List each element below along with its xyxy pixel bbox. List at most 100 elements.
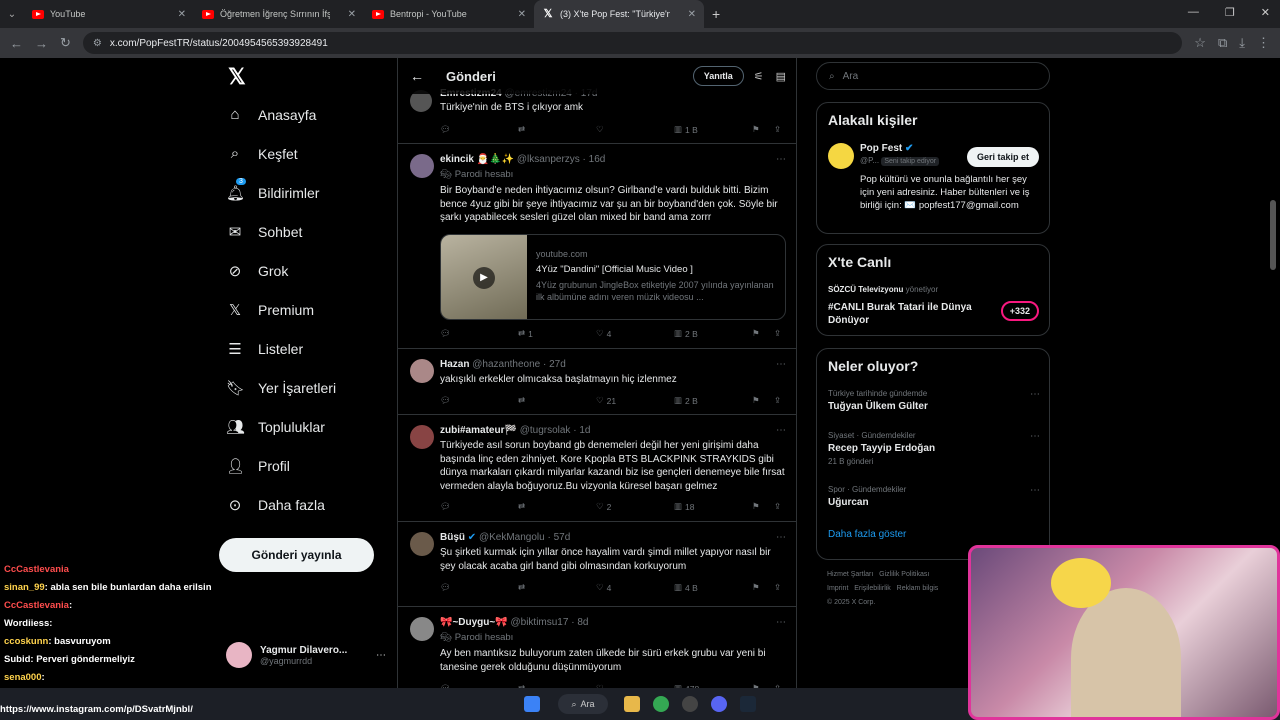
- show-more-link[interactable]: Daha fazla göster: [828, 529, 906, 540]
- more-icon[interactable]: ⋯: [376, 650, 386, 661]
- reply-button[interactable]: Yanıtla: [692, 66, 744, 86]
- like-icon[interactable]: ♡ 21: [596, 395, 616, 406]
- nav-notifications[interactable]: 🔔︎ 3 Bildirimler: [226, 178, 319, 202]
- trend-item[interactable]: Türkiye tarihinde gündemde Tuğyan Ülkem G…: [828, 389, 1040, 412]
- like-icon[interactable]: ♡: [596, 124, 604, 135]
- nav-messages[interactable]: ✉ Sohbet: [226, 223, 303, 241]
- live-listeners[interactable]: +332: [1000, 301, 1039, 321]
- follow-back-button[interactable]: Geri takip et: [966, 147, 1039, 167]
- app-icon[interactable]: [682, 696, 698, 712]
- repost-icon[interactable]: ⇄: [518, 395, 525, 406]
- nav-communities[interactable]: 👥︎ Topluluklar: [226, 418, 325, 436]
- search-input[interactable]: ⌕ Ara: [816, 62, 1050, 90]
- footer-link[interactable]: Reklam bilgis: [897, 585, 939, 592]
- nav-more[interactable]: ⊙ Daha fazla: [226, 496, 325, 514]
- share-icon[interactable]: ⇪: [774, 124, 781, 135]
- post-item[interactable]: Hazan @hazantheone · 27d ⋯ yakışıklı erk…: [398, 349, 796, 415]
- views-icon[interactable]: ▥ 18: [674, 501, 695, 512]
- nav-explore[interactable]: ⌕ Keşfet: [226, 145, 298, 162]
- more-icon[interactable]: ⋯: [1030, 431, 1040, 442]
- nav-premium[interactable]: 𝕏 Premium: [226, 301, 314, 319]
- reply-icon[interactable]: 💬︎: [440, 328, 451, 339]
- reply-icon[interactable]: 💬︎: [440, 395, 451, 406]
- nav-bookmarks[interactable]: 🔖︎ Yer İşaretleri: [226, 379, 336, 397]
- browser-tab-1[interactable]: YouTube ✕: [24, 0, 194, 28]
- close-icon[interactable]: ✕: [178, 9, 186, 20]
- footer-link[interactable]: Erişilebilirlik: [854, 585, 891, 592]
- chrome-icon[interactable]: [653, 696, 669, 712]
- filter-icon[interactable]: ⚟: [754, 70, 764, 83]
- views-icon[interactable]: ▥ 2 B: [674, 395, 698, 406]
- browser-tab-2[interactable]: Öğretmen İğrenç Sırrının İfşa O ✕: [194, 0, 364, 28]
- windows-start-icon[interactable]: [524, 696, 540, 712]
- more-icon[interactable]: ⋯: [1030, 389, 1040, 400]
- repost-icon[interactable]: ⇄: [518, 582, 525, 593]
- maximize-icon[interactable]: ❐: [1225, 6, 1235, 19]
- share-icon[interactable]: ⇪: [774, 582, 781, 593]
- post-button[interactable]: Gönderi yayınla: [219, 538, 374, 572]
- bookmark-star-icon[interactable]: ☆: [1194, 35, 1206, 51]
- account-switcher[interactable]: Yagmur Dilavero... @yagmurrdd ⋯: [226, 642, 386, 668]
- bookmark-icon[interactable]: ⚑: [752, 582, 760, 593]
- discord-icon[interactable]: [711, 696, 727, 712]
- repost-icon[interactable]: ⇄ 1: [518, 328, 533, 339]
- more-icon[interactable]: ⋯: [1030, 485, 1040, 496]
- bookmark-icon[interactable]: ⚑: [752, 328, 760, 339]
- link-card[interactable]: ▶ youtube.com 4Yüz "Dandini" [Official M…: [440, 234, 786, 320]
- like-icon[interactable]: ♡ 4: [596, 582, 611, 593]
- like-icon[interactable]: ♡ 2: [596, 501, 611, 512]
- share-icon[interactable]: ⇪: [774, 328, 781, 339]
- more-icon[interactable]: ⋯: [776, 425, 786, 436]
- forward-icon[interactable]: →: [35, 36, 48, 51]
- back-arrow-icon[interactable]: ←: [410, 68, 424, 84]
- menu-icon[interactable]: ⋮: [1257, 35, 1270, 51]
- share-icon[interactable]: ⇪: [774, 395, 781, 406]
- views-icon[interactable]: ▥ 2 B: [674, 328, 698, 339]
- site-info-icon[interactable]: ⚙: [93, 38, 102, 49]
- more-icon[interactable]: ⋯: [776, 359, 786, 370]
- footer-link[interactable]: Gizlilik Politikası: [879, 571, 929, 578]
- nav-lists[interactable]: ☰ Listeler: [226, 340, 303, 358]
- reply-icon[interactable]: 💬︎: [440, 124, 451, 135]
- share-icon[interactable]: ⇪: [774, 501, 781, 512]
- reload-icon[interactable]: ↻: [60, 35, 71, 51]
- file-explorer-icon[interactable]: [624, 696, 640, 712]
- bookmark-icon[interactable]: ⚑: [752, 501, 760, 512]
- scrollbar-thumb[interactable]: [1270, 200, 1276, 270]
- minimize-icon[interactable]: —: [1188, 6, 1199, 19]
- more-icon[interactable]: ⋯: [776, 617, 786, 628]
- close-icon[interactable]: ✕: [518, 9, 526, 20]
- close-icon[interactable]: ✕: [688, 9, 696, 20]
- scrollbar[interactable]: [1270, 60, 1276, 275]
- download-icon[interactable]: ⤓: [1239, 35, 1245, 51]
- reply-icon[interactable]: 💬︎: [440, 501, 451, 512]
- more-icon[interactable]: ⋯: [776, 532, 786, 543]
- post-item[interactable]: zubi#amateur🏁 @tugrsolak · 1d ⋯ Türkiyed…: [398, 415, 796, 522]
- new-tab-icon[interactable]: +: [712, 6, 720, 22]
- close-icon[interactable]: ✕: [348, 9, 356, 20]
- url-input[interactable]: ⚙ x.com/PopFestTR/status/2004954565393928…: [82, 32, 1183, 54]
- live-title[interactable]: #CANLI Burak Tatari ile Dünya Dönüyor: [828, 301, 978, 327]
- reply-icon[interactable]: 💬︎: [440, 582, 451, 593]
- repost-icon[interactable]: ⇄: [518, 124, 525, 135]
- bookmark-icon[interactable]: ⚑: [752, 395, 760, 406]
- views-icon[interactable]: ▥ 1 B: [674, 124, 698, 135]
- x-logo-icon[interactable]: 𝕏: [228, 64, 246, 90]
- repost-icon[interactable]: ⇄: [518, 501, 525, 512]
- footer-link[interactable]: Hizmet Şartları: [827, 571, 873, 578]
- trend-item[interactable]: Siyaset · Gündemdekiler Recep Tayyip Erdo…: [828, 431, 1040, 466]
- bookmark-icon[interactable]: ⚑: [752, 124, 760, 135]
- post-item[interactable]: Büşü ✔ @KekMangolu · 57d ⋯ Şu şirketi ku…: [398, 522, 796, 607]
- views-icon[interactable]: ▥ 4 B: [674, 582, 698, 593]
- trend-item[interactable]: Spor · Gündemdekiler Uğurcan ⋯: [828, 485, 1040, 508]
- nav-profile[interactable]: 👤︎ Profil: [226, 457, 290, 475]
- reader-icon[interactable]: ▤: [776, 70, 786, 83]
- extensions-icon[interactable]: ⧉: [1218, 35, 1227, 51]
- post-item[interactable]: ekincik 🎅🎄✨ @lksanperzys · 16d ⋯ 🎭︎ Paro…: [398, 144, 796, 349]
- more-icon[interactable]: ⋯: [776, 154, 786, 165]
- footer-link[interactable]: Imprint: [827, 585, 848, 592]
- browser-tab-4[interactable]: 𝕏 (3) X'te Pop Fest: "Türkiye'n ✕: [534, 0, 704, 28]
- close-window-icon[interactable]: ✕: [1261, 6, 1270, 19]
- taskbar-search[interactable]: ⌕ Ara: [558, 694, 608, 714]
- browser-tab-3[interactable]: Bentropi - YouTube ✕: [364, 0, 534, 28]
